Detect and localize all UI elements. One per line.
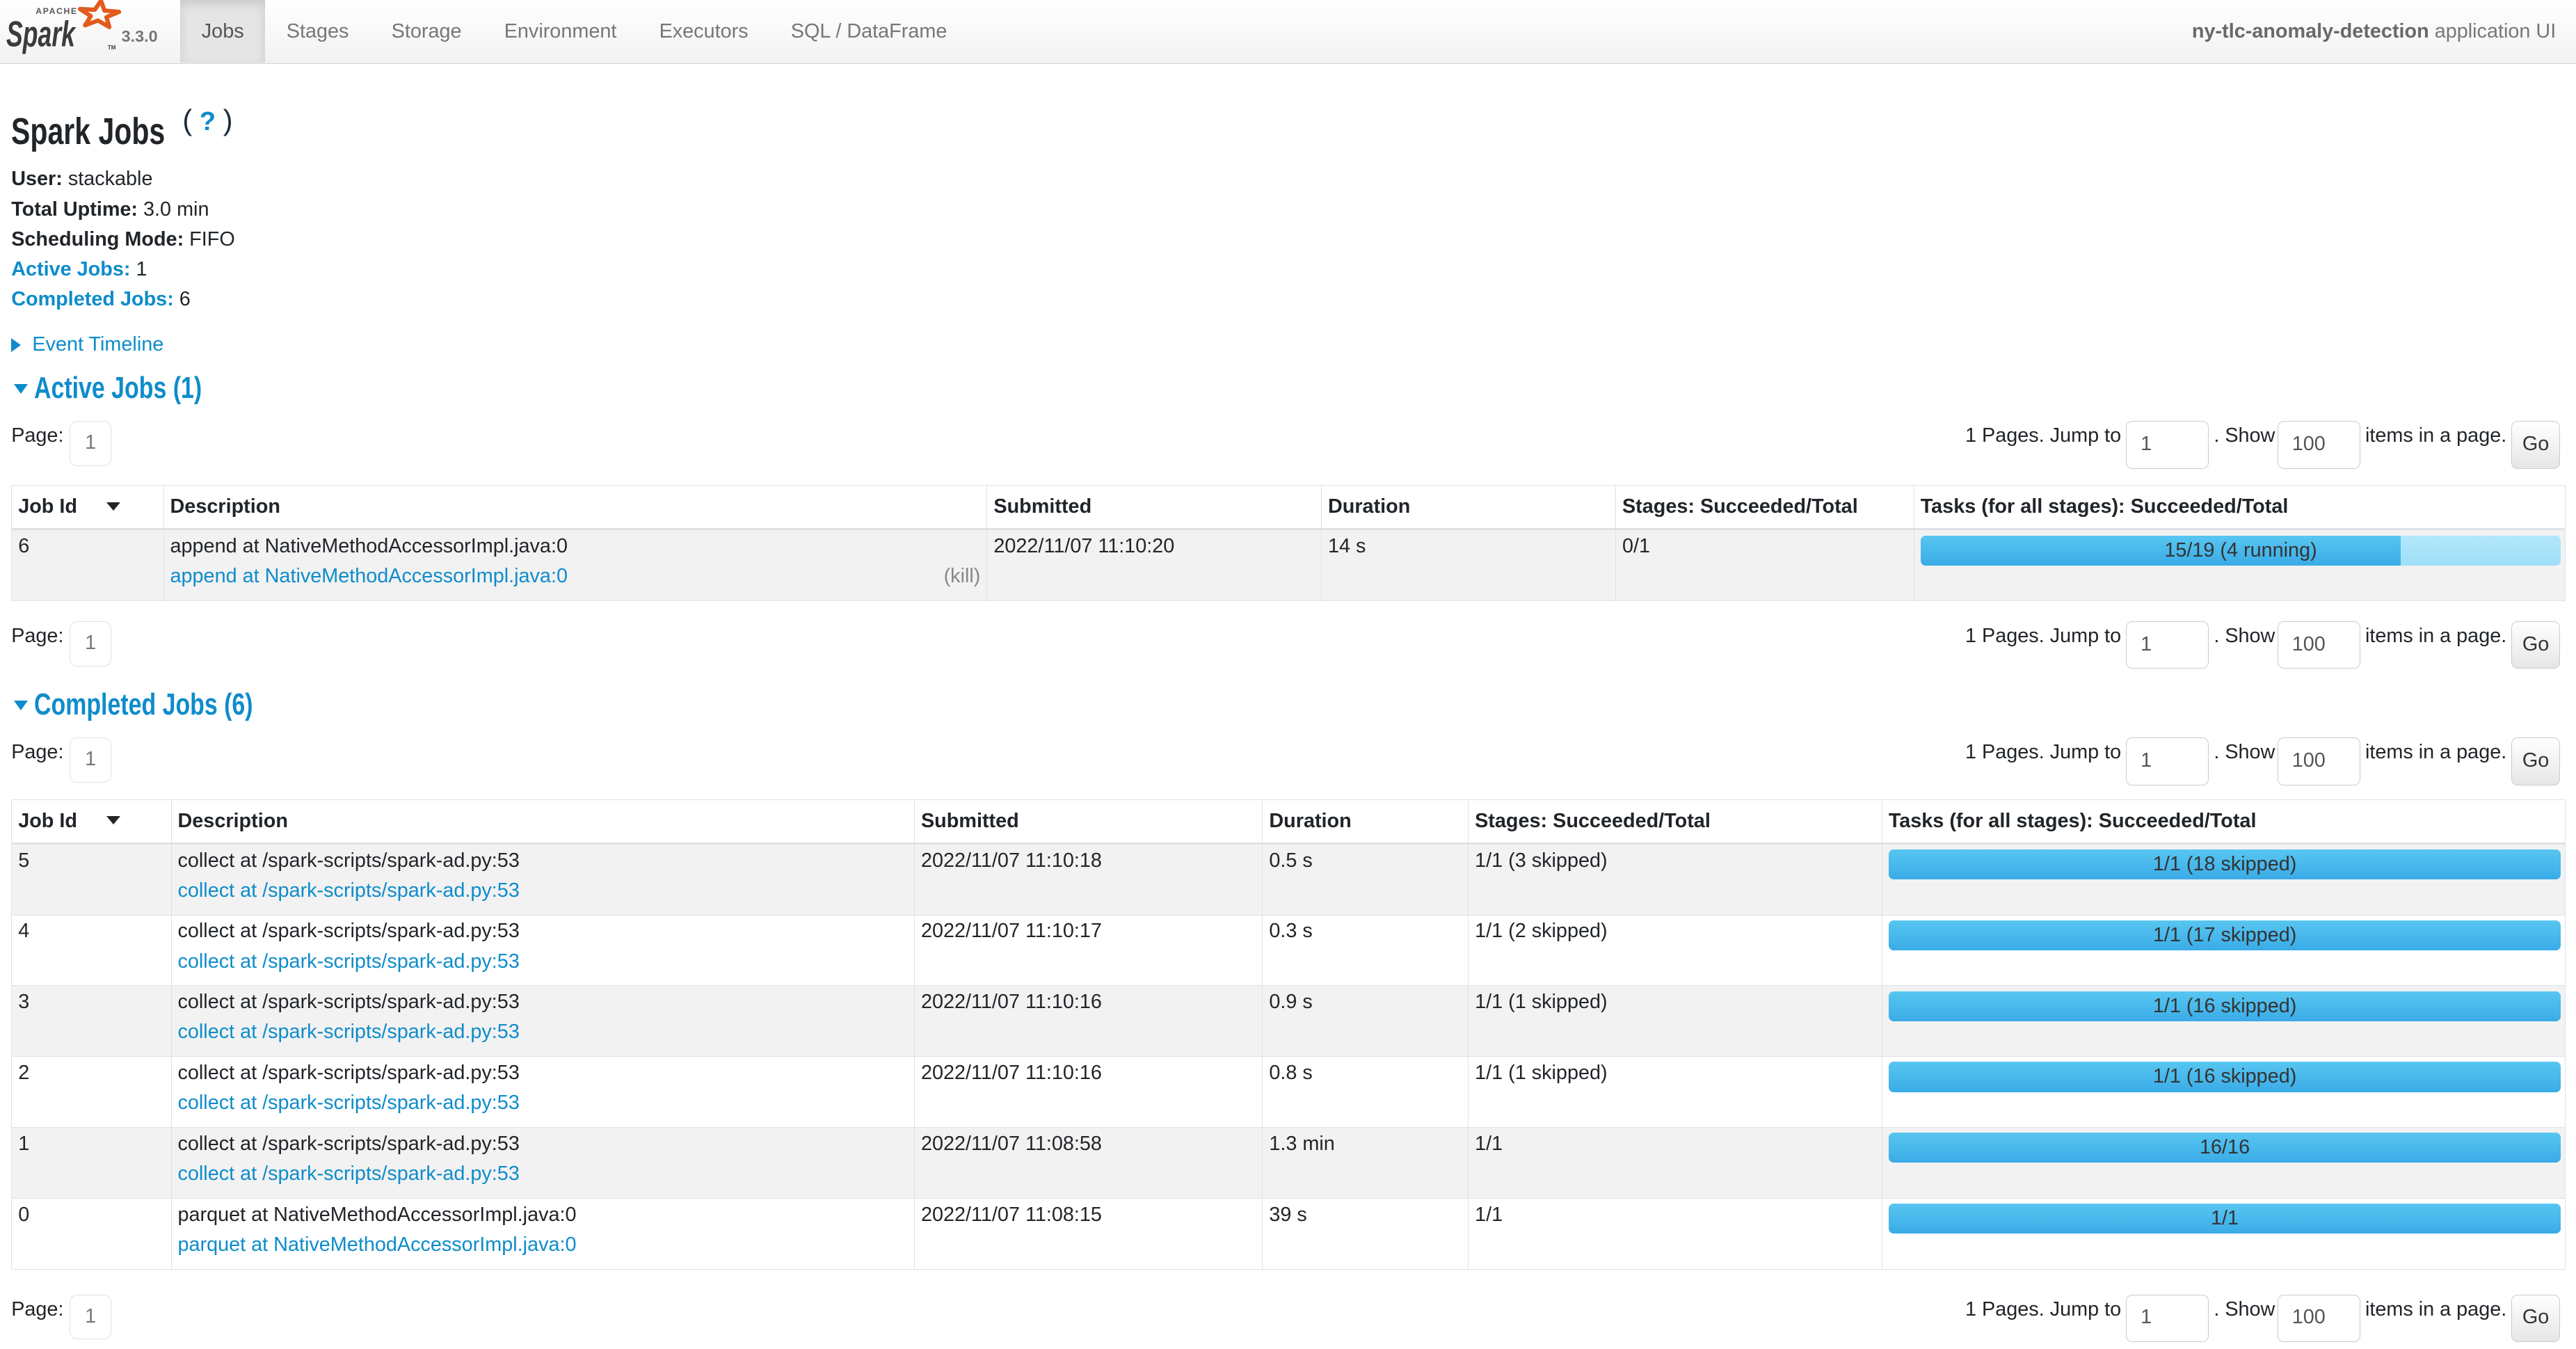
svg-text:Spark: Spark [6, 15, 77, 55]
svg-text:TM: TM [108, 45, 116, 51]
